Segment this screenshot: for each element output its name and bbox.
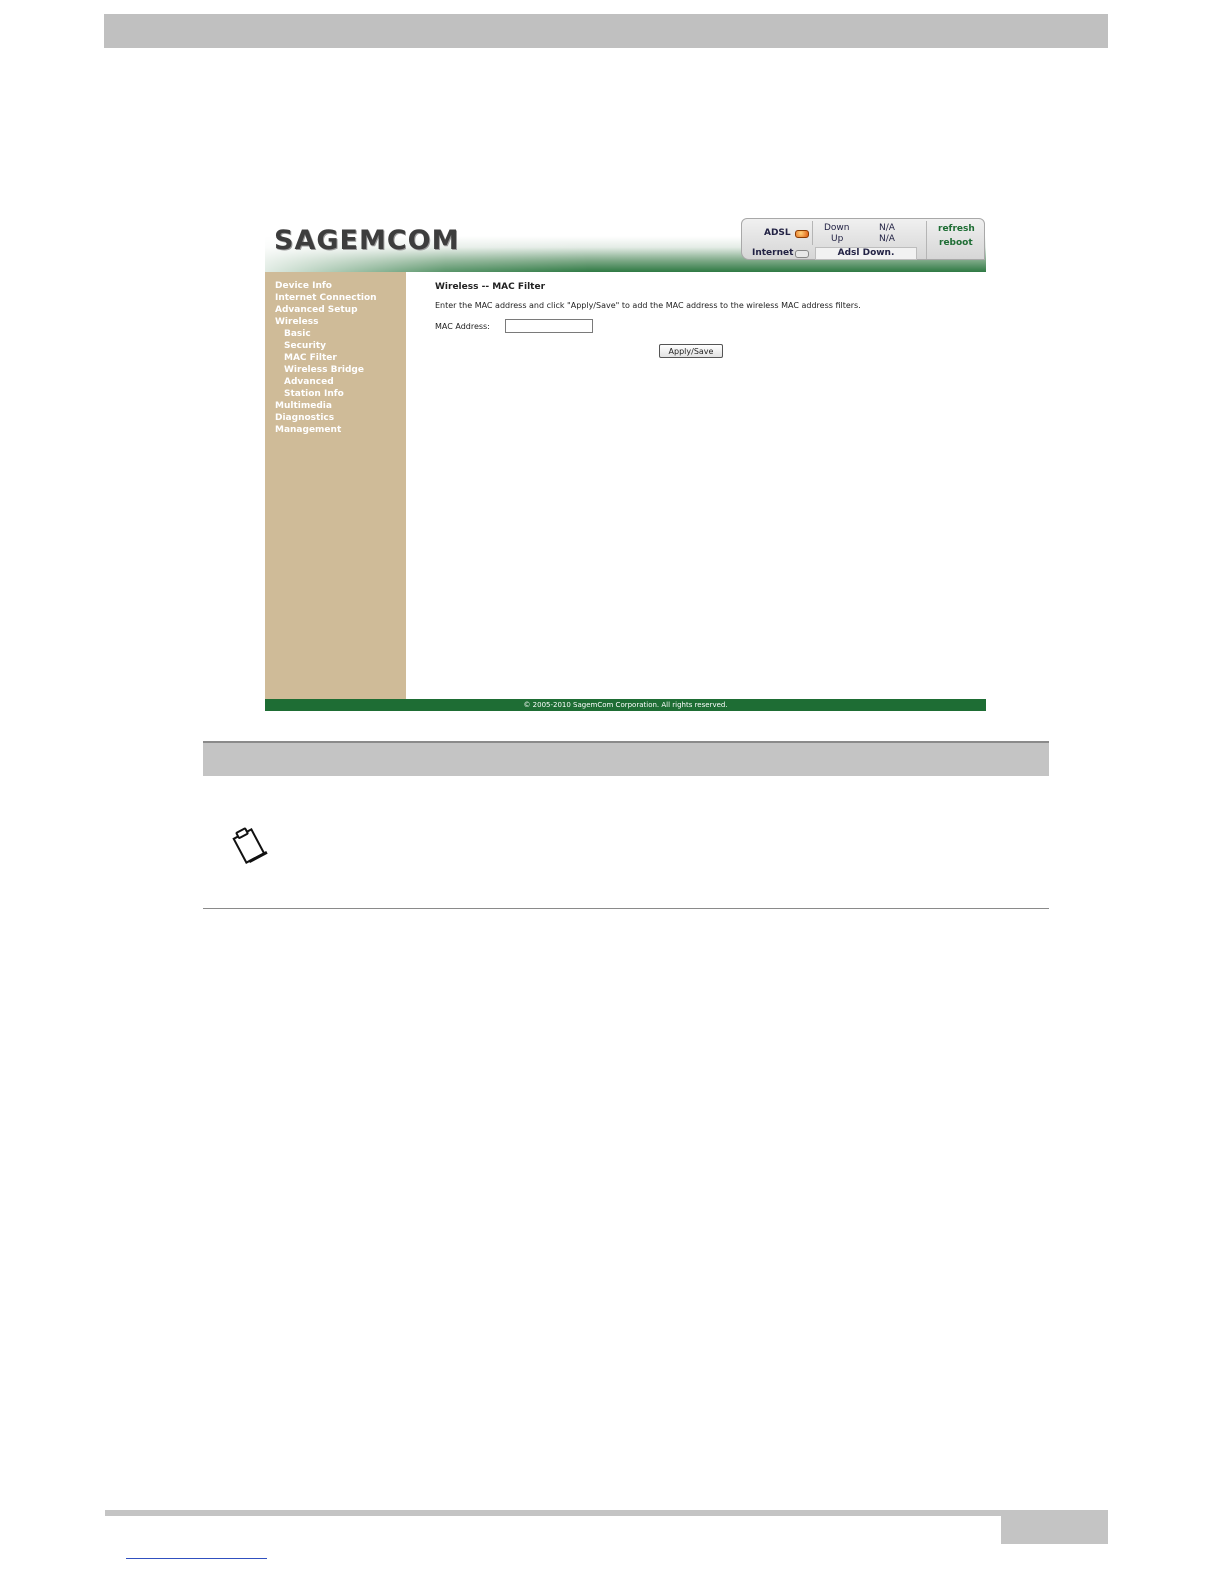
- sidebar-item-advanced[interactable]: Advanced: [284, 377, 334, 387]
- sidebar-item-internet-connection[interactable]: Internet Connection: [275, 293, 377, 303]
- note-bottom-rule: [203, 908, 1049, 909]
- document-footer-box: [1001, 1510, 1108, 1544]
- clipboard-note-icon: [232, 827, 268, 864]
- sidebar-item-diagnostics[interactable]: Diagnostics: [275, 413, 334, 423]
- sagemcom-logo: SAGEMCOM: [274, 225, 460, 256]
- sidebar-item-mac-filter[interactable]: MAC Filter: [284, 353, 337, 363]
- up-label: Up: [831, 234, 844, 244]
- sidebar-item-multimedia[interactable]: Multimedia: [275, 401, 332, 411]
- sidebar-item-management[interactable]: Management: [275, 425, 341, 435]
- mac-address-label: MAC Address:: [435, 322, 490, 331]
- up-rate-value: N/A: [879, 234, 895, 244]
- reboot-link[interactable]: reboot: [939, 238, 973, 248]
- internet-label: Internet: [752, 248, 794, 258]
- apply-save-button[interactable]: Apply/Save: [659, 344, 723, 358]
- internet-led-icon: [795, 250, 809, 258]
- sidebar-item-wireless[interactable]: Wireless: [275, 317, 318, 327]
- document-footer-line: [105, 1510, 1108, 1516]
- sidebar-item-wireless-bridge[interactable]: Wireless Bridge: [284, 365, 364, 375]
- main-content: Wireless -- MAC Filter Enter the MAC add…: [406, 272, 986, 699]
- sidebar-item-basic[interactable]: Basic: [284, 329, 311, 339]
- page-title: Wireless -- MAC Filter: [435, 282, 546, 292]
- sidebar-item-advanced-setup[interactable]: Advanced Setup: [275, 305, 358, 315]
- router-footer: © 2005-2010 SagemCom Corporation. All ri…: [265, 699, 986, 711]
- refresh-link[interactable]: refresh: [938, 224, 975, 234]
- document-header-bar: [104, 14, 1108, 48]
- page-description: Enter the MAC address and click "Apply/S…: [435, 301, 861, 310]
- sidebar-item-station-info[interactable]: Station Info: [284, 389, 344, 399]
- mac-address-input[interactable]: [505, 319, 593, 333]
- down-label: Down: [824, 223, 850, 233]
- document-footer-link[interactable]: [126, 1558, 267, 1559]
- router-sidebar: Device Info Internet Connection Advanced…: [265, 272, 406, 699]
- note-header-bar: [203, 741, 1049, 776]
- sidebar-item-security[interactable]: Security: [284, 341, 326, 351]
- router-web-ui-screenshot: SAGEMCOM ADSL Internet Down Up N/A N/A A…: [265, 217, 986, 711]
- adsl-status-text: Adsl Down.: [815, 247, 917, 260]
- down-rate-value: N/A: [879, 223, 895, 233]
- adsl-label: ADSL: [764, 228, 791, 238]
- status-panel: ADSL Internet Down Up N/A N/A Adsl Down.…: [741, 218, 985, 260]
- sidebar-item-device-info[interactable]: Device Info: [275, 281, 332, 291]
- adsl-led-icon: [795, 230, 809, 238]
